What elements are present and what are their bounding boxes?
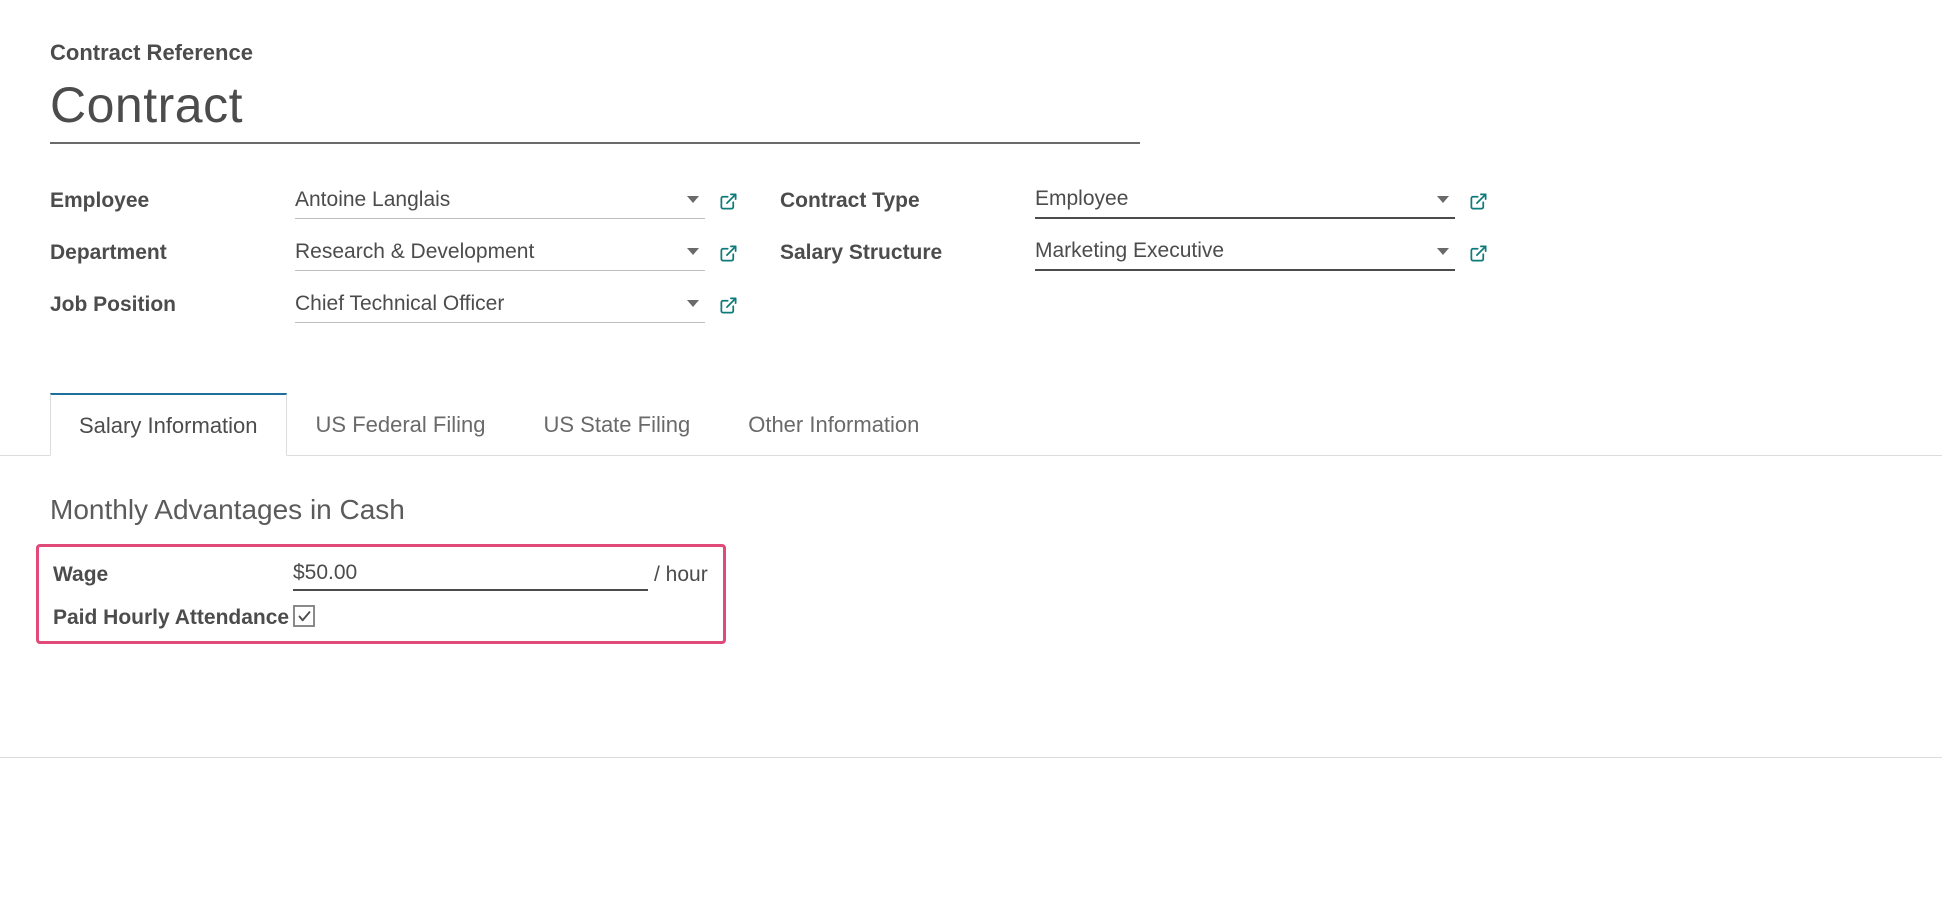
job-position-value-wrap: Chief Technical Officer [295, 288, 738, 323]
contract-type-label: Contract Type [780, 189, 1035, 213]
job-position-select[interactable]: Chief Technical Officer [295, 288, 705, 323]
field-columns: Employee Antoine Langlais Department Res… [50, 182, 1892, 338]
external-link-icon[interactable] [719, 192, 738, 211]
chevron-down-icon [1437, 248, 1449, 255]
paid-hourly-checkbox[interactable] [293, 605, 315, 627]
paid-hourly-label: Paid Hourly Attendance [53, 603, 293, 632]
tab-salary-information[interactable]: Salary Information [50, 393, 287, 456]
wage-row: Wage / hour [53, 557, 709, 593]
contract-type-select[interactable]: Employee [1035, 183, 1455, 219]
contract-reference-label: Contract Reference [50, 40, 1892, 66]
highlight-box: Wage / hour Paid Hourly Attendance [36, 544, 726, 644]
department-value-wrap: Research & Development [295, 236, 738, 271]
wage-suffix: / hour [654, 563, 708, 587]
bottom-divider [0, 757, 1942, 758]
department-value: Research & Development [295, 240, 534, 264]
employee-label: Employee [50, 189, 295, 213]
tab-us-federal-filing[interactable]: US Federal Filing [287, 393, 515, 455]
field-contract-type: Contract Type Employee [780, 182, 1500, 220]
job-position-value: Chief Technical Officer [295, 292, 504, 316]
tab-content-salary: Monthly Advantages in Cash Wage / hour P… [50, 456, 1892, 644]
section-title: Monthly Advantages in Cash [50, 494, 1892, 526]
external-link-icon[interactable] [1469, 244, 1488, 263]
job-position-label: Job Position [50, 293, 295, 317]
paid-hourly-row: Paid Hourly Attendance [53, 597, 709, 633]
tab-us-state-filing[interactable]: US State Filing [514, 393, 719, 455]
wage-label: Wage [53, 563, 293, 587]
department-label: Department [50, 241, 295, 265]
chevron-down-icon [687, 300, 699, 307]
chevron-down-icon [687, 248, 699, 255]
tabs: Salary Information US Federal Filing US … [0, 393, 1942, 456]
chevron-down-icon [1437, 196, 1449, 203]
field-department: Department Research & Development [50, 234, 750, 272]
wage-input[interactable] [293, 559, 648, 591]
employee-value: Antoine Langlais [295, 188, 450, 212]
salary-structure-value-wrap: Marketing Executive [1035, 235, 1488, 271]
title-row: Contract [50, 76, 1140, 144]
tab-other-information[interactable]: Other Information [719, 393, 948, 455]
external-link-icon[interactable] [719, 244, 738, 263]
contract-type-value: Employee [1035, 187, 1128, 211]
employee-value-wrap: Antoine Langlais [295, 184, 738, 219]
contract-type-value-wrap: Employee [1035, 183, 1488, 219]
right-column: Contract Type Employee Salary Structure … [780, 182, 1500, 338]
employee-select[interactable]: Antoine Langlais [295, 184, 705, 219]
external-link-icon[interactable] [719, 296, 738, 315]
form-sheet: Contract Reference Contract Employee Ant… [0, 0, 1942, 644]
salary-structure-select[interactable]: Marketing Executive [1035, 235, 1455, 271]
left-column: Employee Antoine Langlais Department Res… [50, 182, 750, 338]
field-employee: Employee Antoine Langlais [50, 182, 750, 220]
department-select[interactable]: Research & Development [295, 236, 705, 271]
field-salary-structure: Salary Structure Marketing Executive [780, 234, 1500, 272]
salary-structure-label: Salary Structure [780, 241, 1035, 265]
field-job-position: Job Position Chief Technical Officer [50, 286, 750, 324]
external-link-icon[interactable] [1469, 192, 1488, 211]
page-title[interactable]: Contract [50, 76, 1140, 134]
salary-structure-value: Marketing Executive [1035, 239, 1224, 263]
chevron-down-icon [687, 196, 699, 203]
